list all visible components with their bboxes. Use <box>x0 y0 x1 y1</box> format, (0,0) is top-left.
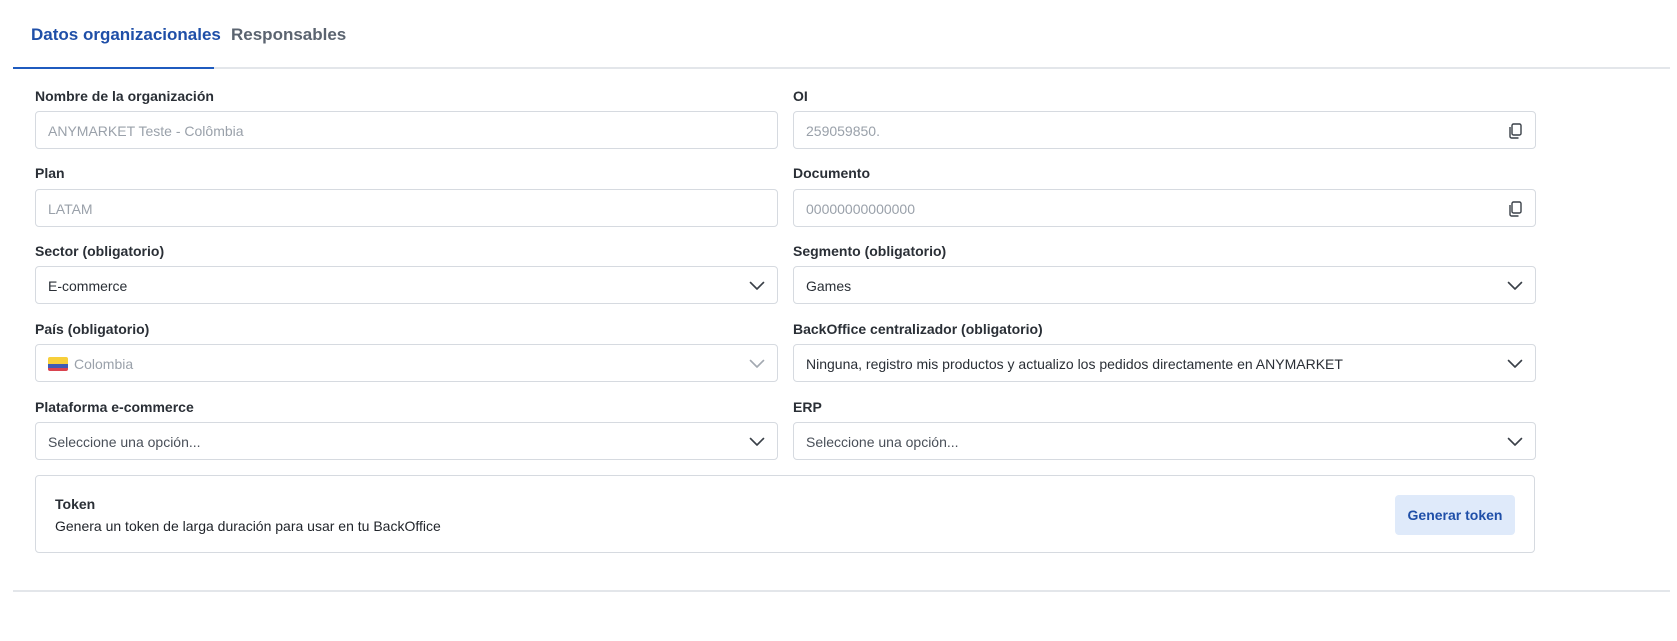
token-description: Genera un token de larga duración para u… <box>55 518 441 534</box>
copy-icon[interactable] <box>1505 190 1525 228</box>
backoffice-label: BackOffice centralizador (obligatorio) <box>793 321 1043 337</box>
tab-datos-organizacionales[interactable]: Datos organizacionales <box>13 0 221 69</box>
oi-value: 259059850. <box>806 123 880 139</box>
erp-label: ERP <box>793 399 822 415</box>
erp-select[interactable]: Seleccione una opción... <box>793 422 1536 460</box>
chevron-down-icon <box>747 267 767 305</box>
oi-label: OI <box>793 88 808 104</box>
plan-label: Plan <box>35 165 65 181</box>
segmento-label: Segmento (obligatorio) <box>793 243 947 259</box>
pais-select[interactable]: Colombia <box>35 344 778 382</box>
colombia-flag-icon <box>48 357 68 371</box>
org-name-value: ANYMARKET Teste - Colômbia <box>48 123 244 139</box>
bottom-divider <box>13 590 1670 592</box>
token-card: Token Genera un token de larga duración … <box>35 475 1535 553</box>
segmento-value: Games <box>806 278 852 294</box>
pais-value: Colombia <box>74 356 134 372</box>
plataforma-select[interactable]: Seleccione una opción... <box>35 422 778 460</box>
sector-value: E-commerce <box>48 278 128 294</box>
plan-field[interactable]: LATAM <box>35 189 778 227</box>
chevron-down-icon <box>747 345 767 383</box>
sector-select[interactable]: E-commerce <box>35 266 778 304</box>
tab-bar: Datos organizacionales Responsables <box>13 0 1670 69</box>
token-title: Token <box>55 496 96 512</box>
chevron-down-icon <box>1505 345 1525 383</box>
tab-label: Datos organizacionales <box>31 25 221 44</box>
plataforma-placeholder: Seleccione una opción... <box>48 434 201 450</box>
sector-label: Sector (obligatorio) <box>35 243 165 259</box>
erp-placeholder: Seleccione una opción... <box>806 434 959 450</box>
tab-responsables[interactable]: Responsables <box>231 0 346 67</box>
org-name-label: Nombre de la organización <box>35 88 214 104</box>
chevron-down-icon <box>747 423 767 461</box>
generate-token-button[interactable]: Generar token <box>1395 495 1515 535</box>
copy-icon[interactable] <box>1505 112 1525 150</box>
backoffice-select[interactable]: Ninguna, registro mis productos y actual… <box>793 344 1536 382</box>
segmento-select[interactable]: Games <box>793 266 1536 304</box>
organization-settings-page: Datos organizacionales Responsables Nomb… <box>0 0 1677 641</box>
documento-field[interactable]: 00000000000000 <box>793 189 1536 227</box>
plataforma-label: Plataforma e-commerce <box>35 399 194 415</box>
tab-label: Responsables <box>231 25 347 44</box>
active-tab-indicator <box>13 67 214 69</box>
chevron-down-icon <box>1505 423 1525 461</box>
oi-field[interactable]: 259059850. <box>793 111 1536 149</box>
org-name-field[interactable]: ANYMARKET Teste - Colômbia <box>35 111 778 149</box>
documento-label: Documento <box>793 165 870 181</box>
pais-label: País (obligatorio) <box>35 321 150 337</box>
chevron-down-icon <box>1505 267 1525 305</box>
plan-value: LATAM <box>48 201 93 217</box>
documento-value: 00000000000000 <box>806 201 916 217</box>
backoffice-value: Ninguna, registro mis productos y actual… <box>806 356 1343 372</box>
